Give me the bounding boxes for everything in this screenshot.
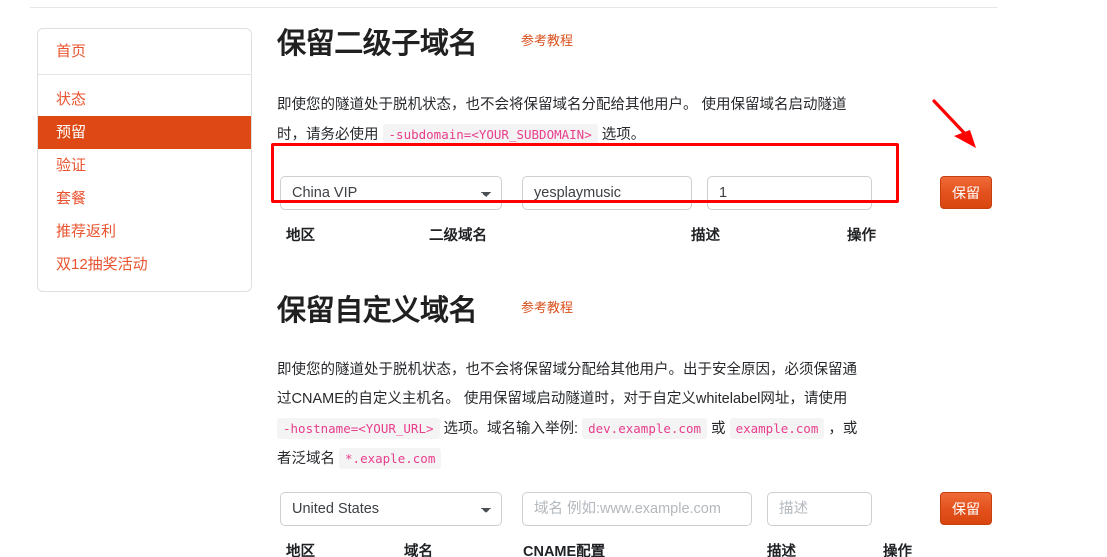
subdomain-col-subdomain: 二级域名	[429, 228, 487, 244]
subdomain-region-select[interactable]: China VIP	[280, 176, 502, 210]
custom-domain-input[interactable]	[522, 492, 752, 526]
sidebar-item-verify[interactable]: 验证	[38, 149, 251, 182]
subdomain-table-header-row: 地区 二级域名 描述 操作	[277, 226, 1077, 252]
subdomain-tutorial-link[interactable]: 参考教程	[521, 32, 573, 50]
custom-section-header: 保留自定义域名 参考教程	[277, 292, 1077, 336]
subdomain-code-snippet: -subdomain=<YOUR_SUBDOMAIN>	[382, 124, 598, 145]
sidebar-item-referral[interactable]: 推荐返利	[38, 215, 251, 248]
custom-code-dev-example: dev.example.com	[582, 418, 707, 439]
custom-col-domain: 域名	[404, 544, 433, 557]
subdomain-col-region: 地区	[286, 228, 315, 244]
custom-tutorial-link[interactable]: 参考教程	[521, 299, 573, 317]
subdomain-col-description: 描述	[691, 228, 720, 244]
sidebar-item-plan[interactable]: 套餐	[38, 182, 251, 215]
subdomain-section-header: 保留二级子域名 参考教程	[277, 25, 1077, 69]
custom-desc-text-2: 选项。域名输入举例:	[443, 421, 579, 437]
sidebar-nav: 首页 状态 预留 验证 套餐 推荐返利 双12抽奖活动	[37, 28, 252, 292]
sidebar-item-status[interactable]: 状态	[38, 83, 251, 116]
subdomain-description: 即使您的隧道处于脱机状态，也不会将保留域名分配给其他用户。 使用保留域名启动隧道…	[277, 91, 862, 150]
custom-description-input[interactable]	[767, 492, 872, 526]
subdomain-form-row: China VIP 保留	[277, 176, 1077, 216]
custom-code-hostname: -hostname=<YOUR_URL>	[277, 418, 440, 439]
custom-form-row: United States 保留	[277, 492, 1077, 532]
custom-code-example: example.com	[729, 418, 825, 439]
subdomain-col-action: 操作	[847, 228, 876, 244]
subdomain-description-input[interactable]	[707, 176, 872, 210]
custom-col-description: 描述	[767, 544, 796, 557]
custom-code-wildcard: *.exaple.com	[339, 448, 442, 469]
custom-description: 即使您的隧道处于脱机状态，也不会将保留域分配给其他用户。出于安全原因，必须保留通…	[277, 356, 862, 474]
custom-col-cname: CNAME配置	[523, 544, 606, 557]
custom-col-action: 操作	[883, 544, 912, 557]
custom-col-region: 地区	[286, 544, 315, 557]
main-content: 保留二级子域名 参考教程 即使您的隧道处于脱机状态，也不会将保留域名分配给其他用…	[277, 25, 1077, 557]
custom-region-select[interactable]: United States	[280, 492, 502, 526]
custom-table-header-row: 地区 域名 CNAME配置 描述 操作	[277, 542, 1077, 557]
custom-desc-text-1: 即使您的隧道处于脱机状态，也不会将保留域分配给其他用户。出于安全原因，必须保留通…	[277, 362, 857, 407]
sidebar-item-reserve[interactable]: 预留	[38, 116, 251, 149]
sidebar-item-list: 状态 预留 验证 套餐 推荐返利 双12抽奖活动	[38, 75, 251, 291]
custom-desc-text-3: 或	[711, 421, 726, 437]
sidebar-header: 首页	[38, 29, 251, 75]
sidebar-item-home[interactable]: 首页	[56, 43, 86, 61]
custom-section-title: 保留自定义域名	[277, 295, 478, 327]
page-root: 首页 状态 预留 验证 套餐 推荐返利 双12抽奖活动 保留二级子域名 参考教程…	[0, 0, 1107, 557]
subdomain-desc-text-2: 选项。	[601, 127, 646, 143]
subdomain-save-button[interactable]: 保留	[940, 176, 992, 209]
custom-save-button[interactable]: 保留	[940, 492, 992, 525]
subdomain-name-input[interactable]	[522, 176, 692, 210]
sidebar-item-lottery[interactable]: 双12抽奖活动	[38, 248, 251, 281]
top-divider	[30, 7, 998, 8]
subdomain-section-title: 保留二级子域名	[277, 28, 478, 60]
